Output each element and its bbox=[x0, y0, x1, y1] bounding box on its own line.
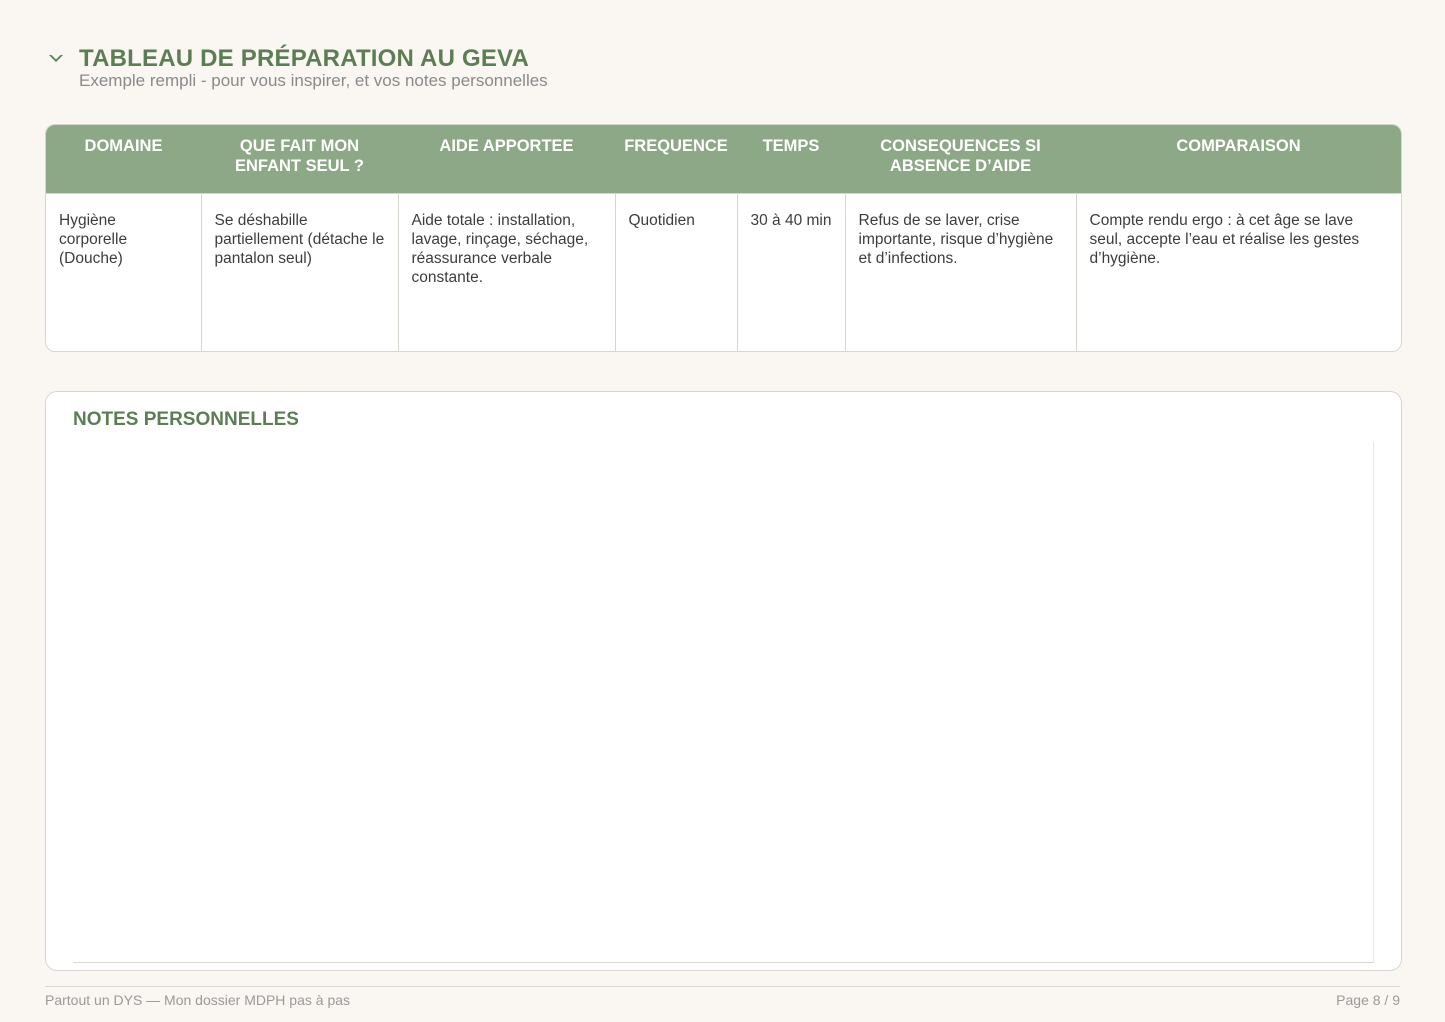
cell-consequences: Refus de se laver, crise importante, ris… bbox=[845, 193, 1077, 351]
column-header-consequences: CONSEQUENCES SI ABSENCE D’AIDE bbox=[845, 125, 1076, 194]
footer-document-title: Partout un DYS — Mon dossier MDPH pas à … bbox=[45, 992, 351, 1008]
table-row: Hygiène corporelle (Douche) Se déshabill… bbox=[46, 193, 1401, 351]
notes-card: NOTES PERSONNELLES bbox=[45, 391, 1402, 971]
cell-temps: 30 à 40 min bbox=[737, 193, 846, 351]
notes-text-area[interactable] bbox=[73, 442, 1374, 963]
geva-table: DOMAINE QUE FAIT MON ENFANT SEUL ? AIDE … bbox=[46, 125, 1401, 351]
footer-divider bbox=[45, 986, 1400, 987]
column-header-aide-apportee: AIDE APPORTEE bbox=[398, 125, 615, 194]
footer-page-number: Page 8 / 9 bbox=[1336, 992, 1400, 1008]
column-header-comparaison: COMPARAISON bbox=[1076, 125, 1401, 194]
page-header: TABLEAU DE PRÉPARATION AU GEVA Exemple r… bbox=[45, 44, 548, 90]
page-subtitle: Exemple rempli - pour vous inspirer, et … bbox=[79, 71, 548, 90]
table-header-row: DOMAINE QUE FAIT MON ENFANT SEUL ? AIDE … bbox=[46, 125, 1401, 194]
geva-table-card: DOMAINE QUE FAIT MON ENFANT SEUL ? AIDE … bbox=[45, 124, 1402, 352]
cell-domaine: Hygiène corporelle (Douche) bbox=[46, 193, 202, 351]
column-header-frequence: FREQUENCE bbox=[615, 125, 737, 194]
column-header-temps: TEMPS bbox=[737, 125, 845, 194]
notes-title: NOTES PERSONNELLES bbox=[73, 409, 299, 430]
page-title: TABLEAU DE PRÉPARATION AU GEVA bbox=[79, 45, 530, 72]
column-header-que-fait-mon-enfant: QUE FAIT MON ENFANT SEUL ? bbox=[201, 125, 398, 194]
chevron-down-icon[interactable] bbox=[45, 48, 67, 70]
cell-comparaison: Compte rendu ergo : à cet âge se lave se… bbox=[1076, 193, 1401, 351]
column-header-domaine: DOMAINE bbox=[46, 125, 201, 194]
cell-frequence: Quotidien bbox=[615, 193, 738, 351]
cell-que-fait-mon-enfant: Se déshabille partiellement (détache le … bbox=[201, 193, 399, 351]
cell-aide-apportee: Aide totale : installation, lavage, rinç… bbox=[398, 193, 616, 351]
